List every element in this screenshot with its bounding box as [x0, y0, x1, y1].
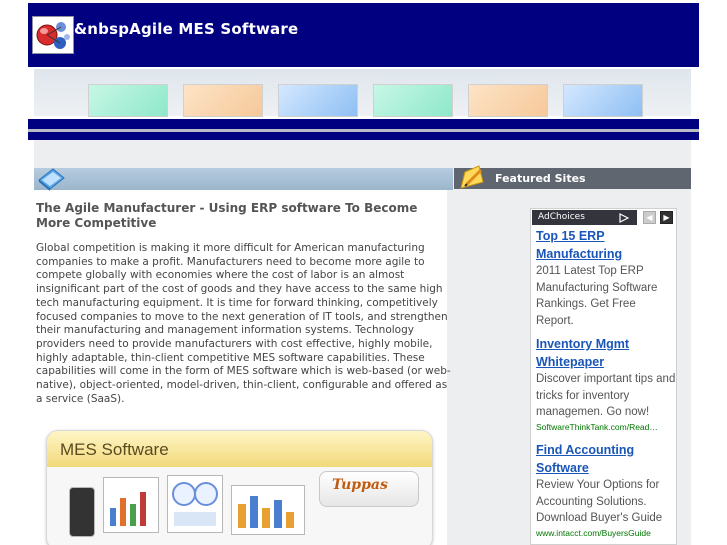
nav-stripe	[28, 132, 699, 140]
ad-item: Top 15 ERP Manufacturing 2011 Latest Top…	[536, 227, 676, 329]
ad-title-link[interactable]: Inventory Mgmt Whitepaper	[536, 335, 676, 371]
outer-margin	[0, 0, 28, 545]
ad-item: Inventory Mgmt Whitepaper Discover impor…	[536, 335, 676, 433]
adchoices-triangle-icon	[619, 213, 629, 223]
dashboard-thumbnail	[103, 477, 159, 533]
globe-logo-icon	[36, 22, 70, 49]
report-thumbnail	[231, 485, 305, 535]
banner-tile	[183, 84, 263, 117]
image-title: MES Software	[60, 440, 169, 459]
site-logo[interactable]	[32, 16, 74, 54]
nav-stripe	[28, 119, 699, 129]
ad-title-link[interactable]: Find Accounting Software	[536, 441, 676, 477]
banner-tiles	[34, 69, 691, 117]
adchoices-link[interactable]: AdChoices	[532, 210, 637, 225]
article-title: The Agile Manufacturer - Using ERP softw…	[36, 201, 418, 230]
image-title-bar: MES Software	[47, 431, 432, 467]
pencil-note-icon	[460, 165, 484, 189]
content-header-bar	[34, 168, 453, 190]
ad-title-line: Software	[536, 461, 589, 475]
tuppas-logo: Tuppas	[319, 471, 419, 507]
banner-band	[28, 67, 699, 119]
blue-book-icon	[38, 168, 65, 191]
ad-title-line: Inventory Mgmt	[536, 337, 630, 351]
tuppas-logo-text: Tuppas	[332, 477, 388, 493]
ad-item: Find Accounting Software Review Your Opt…	[536, 441, 676, 539]
ad-url[interactable]: www.intacct.com/BuyersGuide	[536, 527, 676, 539]
gauge-thumbnail	[167, 475, 223, 533]
phone-thumbnail	[69, 487, 95, 537]
ad-next-button[interactable]: ▶	[660, 211, 673, 224]
banner-tile	[88, 84, 168, 117]
ad-title-line: Manufacturing	[536, 247, 623, 261]
report-chart-icon	[238, 496, 294, 528]
site-title[interactable]: &nbspAgile MES Software	[74, 20, 298, 38]
adchoices-label: AdChoices	[538, 212, 585, 222]
ad-url[interactable]: SoftwareThinkTank.com/Read…	[536, 421, 676, 433]
mes-software-image: MES Software Tuppas	[46, 430, 433, 545]
site-header: &nbspAgile MES Software	[28, 3, 699, 67]
ad-title-link[interactable]: Top 15 ERP Manufacturing	[536, 227, 676, 263]
bar-chart-icon	[110, 492, 146, 526]
banner-tile	[563, 84, 643, 117]
page: &nbspAgile MES Software Featured Sites T…	[28, 0, 699, 545]
article-body: Global competition is making it more dif…	[36, 242, 451, 405]
banner-tile	[278, 84, 358, 117]
ad-title-line: Whitepaper	[536, 355, 605, 369]
ad-title-line: Find Accounting	[536, 443, 635, 457]
ad-description: 2011 Latest Top ERP Manufacturing Softwa…	[536, 265, 658, 327]
ad-description: Review Your Options for Accounting Solut…	[536, 479, 663, 524]
gauge-icon	[172, 482, 218, 526]
featured-sites-title: Featured Sites	[495, 172, 586, 185]
ad-toolbar: AdChoices ◀ ▶	[531, 209, 676, 226]
ad-title-line: Top 15 ERP	[536, 229, 605, 243]
ad-box: AdChoices ◀ ▶ Top 15 ERP Manufacturing 2…	[530, 208, 677, 545]
ad-prev-button[interactable]: ◀	[643, 211, 656, 224]
banner-tile	[468, 84, 548, 117]
ad-description: Discover important tips and tricks for i…	[536, 373, 676, 418]
banner-tile	[373, 84, 453, 117]
